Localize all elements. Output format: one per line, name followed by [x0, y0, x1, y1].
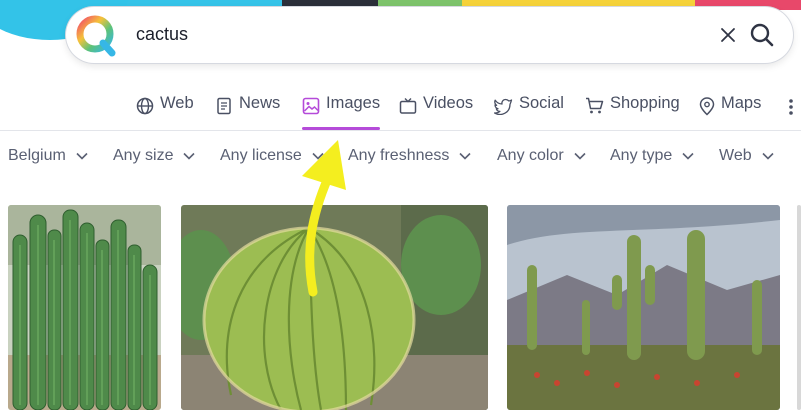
- filter-label: Any size: [113, 147, 174, 164]
- chevron-down-icon: [762, 152, 774, 160]
- globe-icon: [136, 97, 154, 115]
- filter-label: Any color: [497, 147, 564, 164]
- tabs-divider: [0, 130, 801, 131]
- map-pin-icon: [699, 97, 715, 116]
- golden-barrel-cactus-image: [181, 205, 488, 410]
- tab-label: News: [239, 94, 281, 112]
- qwant-logo-icon[interactable]: [72, 10, 122, 60]
- chevron-down-icon: [312, 152, 324, 160]
- chevron-down-icon: [76, 152, 88, 160]
- tab-label: Social: [519, 94, 564, 112]
- filter-size[interactable]: Any size: [113, 147, 196, 165]
- bird-icon: [494, 98, 513, 115]
- filter-source[interactable]: Web: [719, 147, 774, 165]
- image-icon: [302, 97, 320, 115]
- newspaper-icon: [217, 97, 231, 115]
- image-result-2[interactable]: [181, 205, 488, 410]
- tab-social[interactable]: Social: [494, 94, 564, 130]
- filter-license[interactable]: Any license: [220, 147, 324, 165]
- more-options-button[interactable]: [788, 94, 798, 130]
- tab-label: Videos: [423, 94, 474, 112]
- saguaro-landscape-image: [507, 205, 780, 410]
- filter-type[interactable]: Any type: [610, 147, 694, 165]
- tv-icon: [399, 98, 417, 114]
- image-result-4-partial[interactable]: [797, 205, 801, 410]
- chevron-down-icon: [183, 152, 196, 160]
- filter-color[interactable]: Any color: [497, 147, 586, 165]
- chevron-down-icon: [574, 152, 586, 160]
- tab-maps[interactable]: Maps: [699, 94, 761, 130]
- filter-label: Belgium: [8, 147, 66, 164]
- filter-label: Any type: [610, 147, 673, 164]
- search-icon[interactable]: [748, 21, 776, 49]
- filter-region[interactable]: Belgium: [8, 147, 88, 165]
- search-input[interactable]: [136, 24, 696, 45]
- filter-freshness[interactable]: Any freshness: [348, 147, 471, 165]
- tab-label: Maps: [721, 94, 762, 112]
- cart-icon: [586, 97, 604, 114]
- tab-news[interactable]: News: [215, 94, 280, 130]
- tab-label: Images: [326, 94, 381, 112]
- image-result-1[interactable]: [8, 205, 161, 410]
- tab-videos[interactable]: Videos: [399, 94, 473, 130]
- filter-label: Any freshness: [348, 147, 450, 164]
- tab-label: Web: [160, 94, 194, 112]
- cactus-columns-image: [8, 205, 161, 410]
- vertical-tabs: Web News Images Videos Social Shopping M…: [0, 94, 801, 130]
- tab-label: Shopping: [610, 94, 680, 112]
- more-vertical-icon: [789, 99, 793, 115]
- close-icon[interactable]: [716, 23, 740, 47]
- chevron-down-icon: [682, 152, 694, 160]
- image-result-3[interactable]: [507, 205, 780, 410]
- tab-shopping[interactable]: Shopping: [585, 94, 680, 130]
- filter-label: Any license: [220, 147, 302, 164]
- filter-label: Web: [719, 147, 752, 164]
- tab-images[interactable]: Images: [302, 94, 381, 130]
- tab-web[interactable]: Web: [136, 94, 194, 130]
- chevron-down-icon: [459, 152, 471, 160]
